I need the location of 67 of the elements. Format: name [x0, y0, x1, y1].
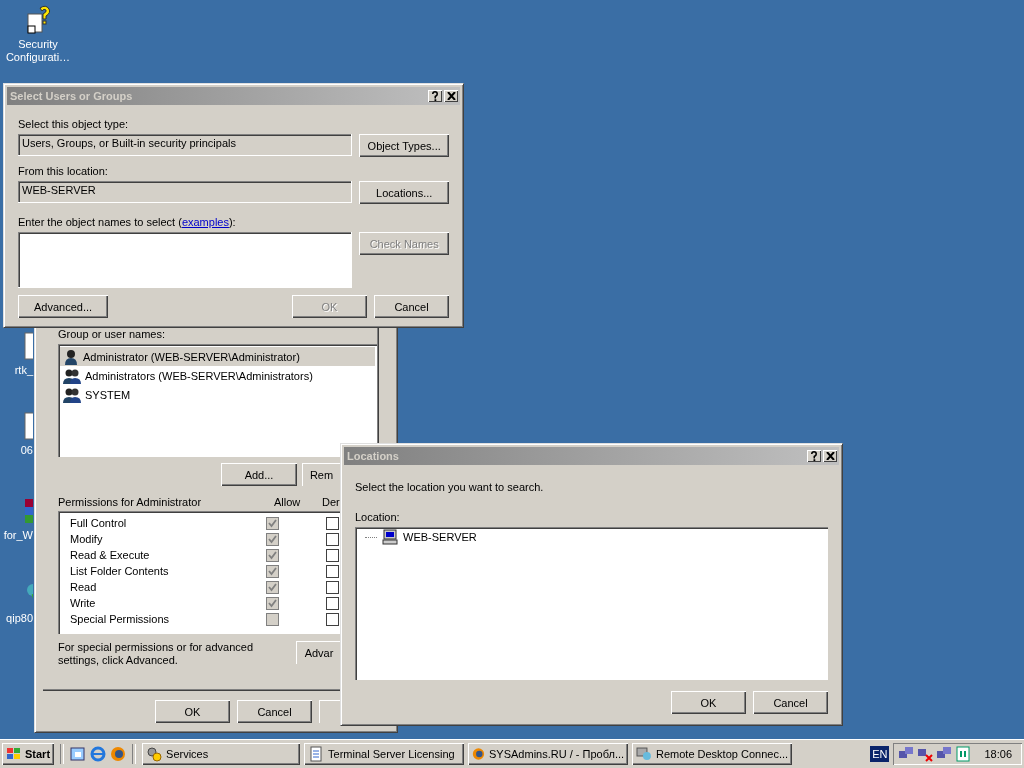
user-item[interactable]: Administrator (WEB-SERVER\Administrator) — [60, 347, 375, 366]
add-button[interactable]: Add... — [221, 463, 297, 486]
location-label: From this location: — [18, 165, 109, 178]
permission-name: Read & Execute — [70, 549, 151, 561]
location-field[interactable]: WEB-SERVER — [18, 181, 353, 203]
desktop-icon-label[interactable]: qip80 — [6, 612, 33, 625]
globe-icon — [472, 746, 485, 762]
gears-icon — [146, 746, 163, 762]
cancel-button[interactable]: Cancel — [374, 295, 449, 318]
network-disconnected-icon[interactable] — [917, 746, 934, 762]
windows-flag-icon — [6, 747, 22, 761]
permission-name: Read — [70, 581, 98, 593]
computer-icon — [382, 529, 398, 545]
location-prompt: Select the location you want to search. — [355, 481, 545, 494]
start-button[interactable]: Start — [2, 743, 55, 765]
help-button[interactable] — [807, 450, 821, 462]
deny-column-header: Der — [322, 496, 340, 508]
taskbar-button[interactable]: Remote Desktop Connec... — [632, 743, 793, 765]
clock[interactable]: 18:06 — [984, 748, 1012, 760]
locations-button[interactable]: Locations... — [359, 181, 449, 204]
desktop-icon-label[interactable]: for_W — [3, 529, 33, 542]
remove-button[interactable]: Rem — [302, 463, 341, 486]
document-icon — [308, 746, 325, 762]
location-label: Location: — [355, 511, 401, 524]
location-tree[interactable]: WEB-SERVER — [355, 527, 828, 680]
permission-name: Full Control — [70, 517, 128, 529]
monitor-icon — [636, 746, 652, 762]
desktop-icon-label[interactable]: Security Configurati… — [2, 38, 74, 64]
tree-item[interactable]: WEB-SERVER — [403, 531, 477, 543]
advanced-button[interactable]: Advar — [296, 641, 342, 664]
object-names-field[interactable] — [18, 232, 353, 288]
close-button[interactable] — [823, 450, 837, 462]
browser-icon[interactable] — [90, 746, 107, 762]
language-indicator[interactable]: EN — [870, 746, 890, 762]
close-button[interactable] — [444, 90, 458, 102]
user-item[interactable]: Administrators (WEB-SERVER\Administrators) — [60, 366, 375, 385]
desktop-icon[interactable] — [70, 746, 87, 762]
object-types-button[interactable]: Object Types... — [359, 134, 449, 157]
desktop-icon-label[interactable]: 06 — [20, 444, 33, 457]
advanced-button[interactable]: Advanced... — [18, 295, 108, 318]
window-title: Select Users or Groups — [10, 90, 134, 102]
users-icon — [63, 367, 81, 384]
user-icon — [63, 348, 79, 365]
user-item[interactable]: SYSTEM — [60, 385, 375, 404]
cancel-button[interactable]: Cancel — [753, 691, 828, 714]
object-names-label: Enter the object names to select (examples): — [18, 216, 237, 229]
dialog-button[interactable]: Cancel — [237, 700, 312, 723]
permissions-label: Permissions for Administrator — [58, 496, 203, 508]
permission-name: Write — [70, 597, 97, 609]
help-button[interactable] — [428, 90, 442, 102]
object-type-field[interactable]: Users, Groups, or Built-in security principals — [18, 134, 353, 156]
advanced-note: For special permissions or for advanced settings, click Advanced. — [58, 641, 255, 667]
permission-name: List Folder Contents — [70, 565, 170, 577]
group-label: Group or user names: — [58, 328, 166, 341]
allow-column-header: Allow — [274, 496, 302, 508]
permission-name: Modify — [70, 533, 104, 545]
users-icon — [63, 386, 81, 403]
object-type-label: Select this object type: — [18, 118, 130, 131]
taskbar-button[interactable]: SYSAdmins.RU / - Пробл... — [468, 743, 629, 765]
desktop-icon-label[interactable]: rtk_ — [14, 364, 33, 377]
taskbar-button[interactable]: Terminal Server Licensing — [304, 743, 465, 765]
ok-button[interactable]: OK — [671, 691, 746, 714]
dialog-button[interactable]: OK — [155, 700, 230, 723]
tray-app-icon[interactable] — [955, 746, 972, 762]
taskbar-button[interactable]: Services — [142, 743, 301, 765]
permission-name: Special Permissions — [70, 613, 171, 625]
globe-icon[interactable] — [110, 746, 127, 762]
